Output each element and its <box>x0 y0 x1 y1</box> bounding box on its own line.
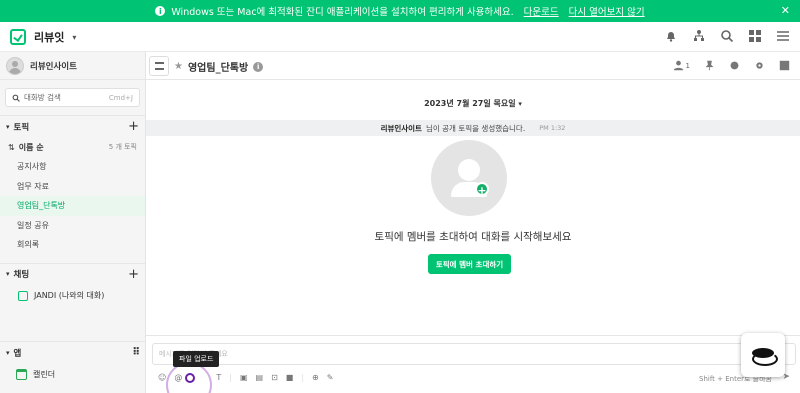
search-icon <box>12 94 20 102</box>
sidebar-item-schedule[interactable]: 일정 공유 <box>0 216 145 236</box>
jandi-bot-icon <box>18 290 28 301</box>
upload-tooltip: 파일 업로드 <box>173 351 220 367</box>
topic-menu-icon[interactable] <box>729 60 740 71</box>
sidebar-item-sales-team[interactable]: 영업팀_단톡방 <box>0 196 145 216</box>
org-chart-icon[interactable] <box>692 29 706 43</box>
pin-icon[interactable] <box>704 60 715 71</box>
chat-section-header[interactable]: ▾ 채팅 + <box>0 262 145 285</box>
topic-toolbar: 1 <box>673 60 790 71</box>
topics-section-header[interactable]: ▾ 토픽 + <box>0 115 145 137</box>
date-divider[interactable]: 2023년 7월 27일 목요일 ▾ <box>146 98 800 109</box>
install-banner: i Windows 또는 Mac에 최적화된 잔디 애플리케이션을 설치하여 편… <box>0 0 800 22</box>
search-shortcut: Cmd+J <box>108 93 133 102</box>
topics-label: 토픽 <box>13 122 30 133</box>
system-message: 리뷰인사이트 님이 공개 토픽을 생성했습니다. PM 1:32 <box>146 120 800 136</box>
text-format-icon[interactable]: T <box>216 373 221 382</box>
info-icon[interactable]: i <box>253 61 264 72</box>
chat-name: JANDI (나와의 대화) <box>34 291 105 300</box>
app-root: i Windows 또는 Mac에 최적화된 잔디 애플리케이션을 설치하여 편… <box>0 0 800 393</box>
sidebar-item-work-files[interactable]: 업무 자료 <box>0 177 145 197</box>
system-text: 님이 공개 토픽을 생성했습니다. <box>425 123 526 133</box>
apps-grid-icon[interactable]: ⠿ <box>132 347 140 358</box>
message-input[interactable]: 메시지를 입력해 주세요 <box>152 343 796 365</box>
sort-icon: ⇅ <box>8 142 15 152</box>
topic-title: ★ 영업팀_단톡방 i <box>174 59 264 74</box>
top-bar: 리뷰잇 ▾ <box>0 22 800 52</box>
apps-label: 앱 <box>13 348 22 359</box>
screenshot-icon[interactable]: ⊡ <box>271 373 278 382</box>
chevron-down-icon: ▾ <box>6 122 10 131</box>
close-icon[interactable]: ✕ <box>781 4 790 17</box>
team-name: 리뷰잇 <box>34 31 65 44</box>
message-composer: 메시지를 입력해 주세요 파일 업로드 ☺ @ T | ▣ ▤ ⊡ ■ | ⊕ … <box>146 335 800 393</box>
app-name: 캘린더 <box>33 369 56 379</box>
add-chat-icon[interactable]: + <box>128 267 139 282</box>
top-toolbar <box>664 29 790 43</box>
image-icon[interactable]: ▣ <box>240 373 248 382</box>
bell-icon[interactable] <box>664 29 678 43</box>
emoji-icon[interactable]: ☺ <box>158 373 166 382</box>
divider: | <box>301 373 305 382</box>
sidebar: 리뷰인사이트 대화방 검색 Cmd+J ▾ 토픽 + ⇅ 이름 순 5 개 토픽… <box>0 52 146 393</box>
sort-selector[interactable]: ⇅ 이름 순 5 개 토픽 <box>0 137 145 157</box>
download-link[interactable]: 다운로드 <box>524 4 559 18</box>
settings-icon[interactable] <box>754 60 765 71</box>
topic-header: ★ 영업팀_단톡방 i 1 <box>146 52 800 80</box>
sidebar-item-notice[interactable]: 공지사항 <box>0 157 145 177</box>
empty-state-avatar: + <box>431 140 507 216</box>
helper-icon <box>752 348 778 366</box>
chevron-down-icon: ▾ <box>6 348 10 357</box>
members-button[interactable]: 1 <box>673 60 690 71</box>
list-icon <box>154 62 164 70</box>
sidebar-item-minutes[interactable]: 회의록 <box>0 235 145 255</box>
apps-section: ▾ 앱 ⠿ 캘린더 <box>0 341 146 385</box>
toggle-sidebar-button[interactable] <box>149 56 169 76</box>
chevron-down-icon: ▾ <box>72 32 77 42</box>
poll-icon[interactable]: ⊕ <box>312 373 319 382</box>
sidebar-item-jandi-self[interactable]: JANDI (나와의 대화) <box>0 285 145 307</box>
system-time: PM 1:32 <box>539 124 566 132</box>
topic-count: 5 개 토픽 <box>108 143 137 151</box>
profile-name: 리뷰인사이트 <box>30 61 77 72</box>
more-icon[interactable] <box>779 60 790 71</box>
team-switcher[interactable]: 리뷰잇 ▾ <box>10 29 76 45</box>
add-member-icon: + <box>475 182 489 197</box>
jandi-logo-icon <box>10 29 26 45</box>
info-icon: i <box>155 6 166 16</box>
date-label: 2023년 7월 27일 목요일 <box>424 99 516 108</box>
apps-grid-icon[interactable] <box>748 29 762 43</box>
message-area: 2023년 7월 27일 목요일 ▾ 리뷰인사이트 님이 공개 토픽을 생성했습… <box>146 80 800 335</box>
video-call-icon[interactable]: ■ <box>286 373 294 382</box>
floating-helper-button[interactable] <box>741 333 785 377</box>
system-actor: 리뷰인사이트 <box>380 123 422 133</box>
chevron-down-icon: ▾ <box>518 100 522 108</box>
chat-label: 채팅 <box>13 270 30 280</box>
avatar <box>6 56 24 75</box>
empty-state-text: 토픽에 멤버를 초대하여 대화를 시작해보세요 <box>374 231 572 243</box>
banner-text: Windows 또는 Mac에 최적화된 잔디 애플리케이션을 설치하여 편리하… <box>171 7 514 18</box>
calendar-icon <box>16 368 27 380</box>
profile[interactable]: 리뷰인사이트 <box>0 52 145 80</box>
member-icon <box>673 60 683 71</box>
edit-icon[interactable]: ✎ <box>327 373 334 382</box>
mention-icon[interactable]: @ <box>174 373 182 382</box>
search-icon[interactable] <box>720 29 734 43</box>
topic-name: 영업팀_단톡방 <box>187 63 249 74</box>
star-icon[interactable]: ★ <box>174 61 183 72</box>
paperclip-icon[interactable] <box>185 373 195 383</box>
sidebar-item-calendar[interactable]: 캘린더 <box>0 363 146 385</box>
dismiss-link[interactable]: 다시 열어보지 않기 <box>569 4 645 18</box>
divider: | <box>229 373 232 382</box>
member-count: 1 <box>685 61 690 70</box>
add-topic-icon[interactable]: + <box>128 119 139 134</box>
file-icon[interactable]: ▤ <box>256 373 264 382</box>
search-input[interactable]: 대화방 검색 Cmd+J <box>5 88 140 107</box>
sort-label: 이름 순 <box>18 142 44 152</box>
hamburger-menu-icon[interactable] <box>776 29 790 43</box>
chevron-down-icon: ▾ <box>6 270 10 278</box>
search-placeholder: 대화방 검색 <box>24 93 61 102</box>
invite-members-button[interactable]: 토픽에 멤버 초대하기 <box>428 254 511 274</box>
apps-section-header[interactable]: ▾ 앱 ⠿ <box>0 341 146 363</box>
person-head-icon <box>458 159 480 181</box>
